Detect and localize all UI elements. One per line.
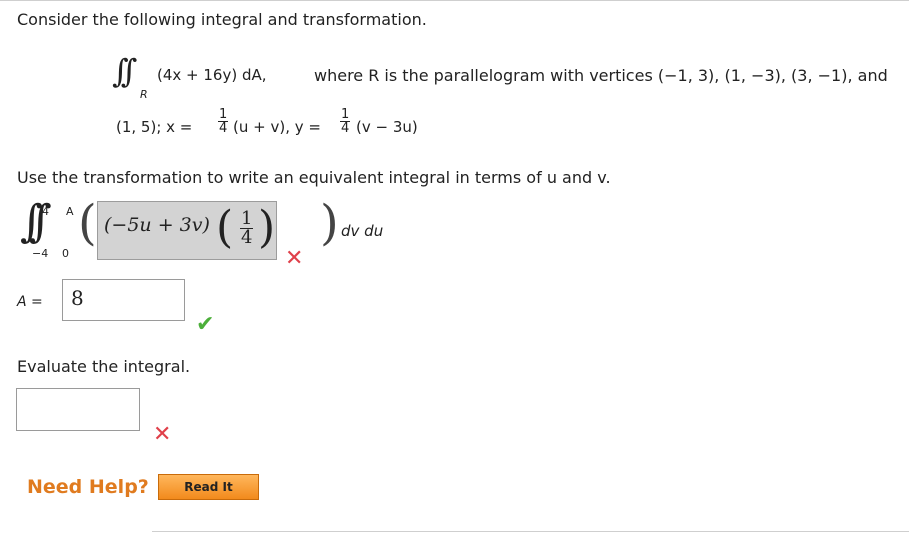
double-integral-sign: ∫∫: [112, 52, 138, 90]
need-help-label: Need Help?: [27, 476, 149, 498]
left-paren: (: [78, 195, 97, 251]
fraction-1-numerator: 1: [218, 107, 229, 122]
x-expression: (u + v), y =: [233, 118, 321, 136]
fraction-2-numerator: 1: [340, 107, 351, 122]
check-mark-icon: ✔: [196, 312, 215, 337]
top-divider: [0, 0, 909, 1]
instruction-text: Use the transformation to write an equiv…: [17, 168, 611, 187]
region-subscript: R: [140, 88, 148, 101]
integrand-answer-expression: (−5u + 3v): [104, 214, 210, 236]
right-paren: ): [320, 195, 339, 251]
a-input[interactable]: 8: [62, 279, 185, 321]
fraction-2: 1 4: [340, 107, 351, 136]
fraction-1: 1 4: [218, 107, 229, 136]
line2-start: (1, 5); x =: [116, 118, 193, 136]
read-it-button[interactable]: Read It: [158, 474, 259, 500]
x-mark-icon: ✕: [153, 422, 172, 447]
where-text: where R is the parallelogram with vertic…: [314, 66, 888, 85]
outer-upper-limit: 4: [42, 205, 49, 218]
fraction-2-denominator: 4: [341, 121, 350, 136]
transformed-integral-sign: ∫∫: [20, 196, 52, 247]
y-expression: (v − 3u): [356, 118, 418, 136]
question-intro: Consider the following integral and tran…: [17, 10, 427, 29]
answer-fraction: 1 4: [240, 210, 254, 248]
bottom-divider: [152, 531, 909, 532]
outer-lower-limit: −4: [32, 247, 49, 260]
x-mark-icon: ✕: [285, 246, 304, 271]
answer-fraction-denominator: 4: [241, 227, 253, 248]
inner-upper-limit: A: [66, 205, 74, 218]
answer-frac-right-paren: ): [258, 202, 276, 253]
inner-lower-limit: 0: [62, 247, 69, 260]
integrand: (4x + 16y) dA,: [157, 66, 267, 84]
evaluate-input[interactable]: [16, 388, 140, 431]
differentials: dv du: [341, 222, 384, 240]
a-label: A =: [17, 294, 43, 310]
evaluate-prompt: Evaluate the integral.: [17, 357, 191, 376]
answer-frac-left-paren: (: [216, 202, 234, 253]
fraction-1-denominator: 4: [219, 121, 228, 136]
